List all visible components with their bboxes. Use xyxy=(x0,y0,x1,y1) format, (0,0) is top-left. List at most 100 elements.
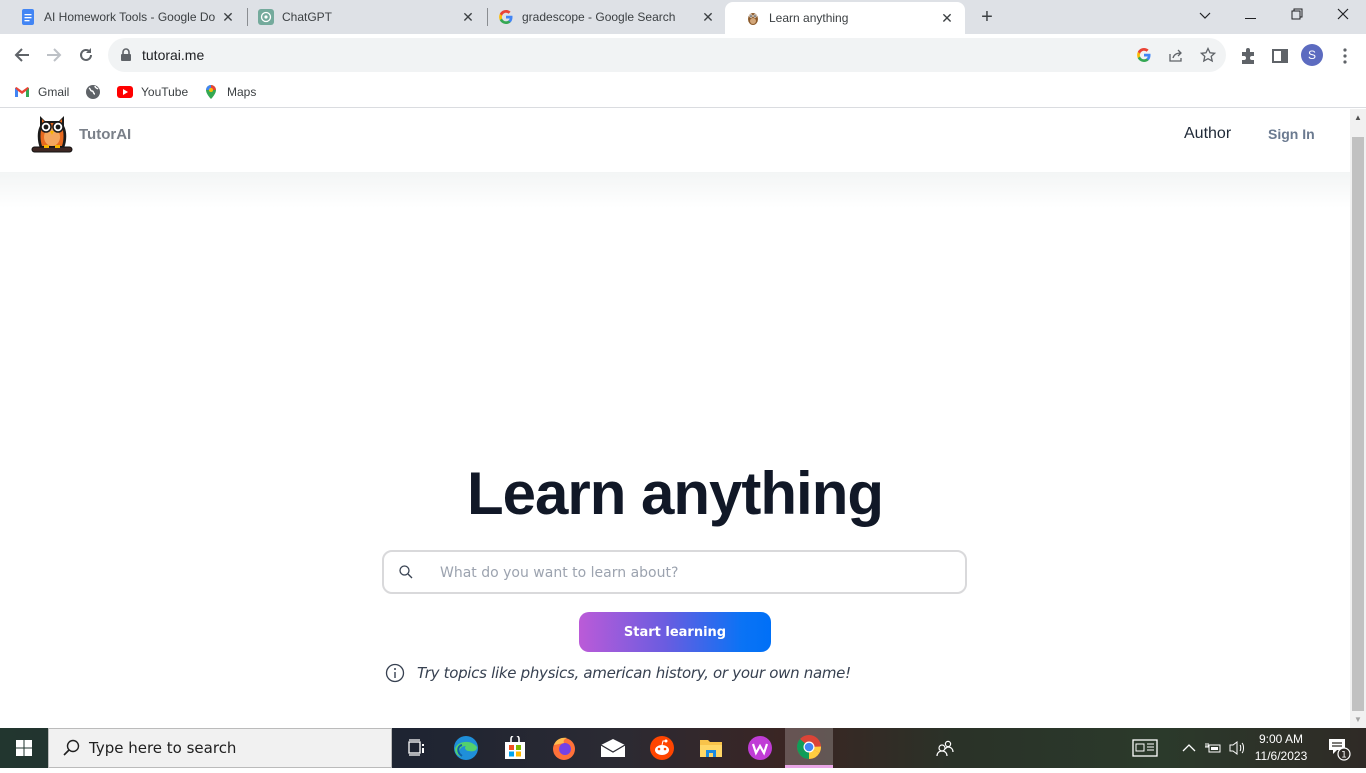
system-clock[interactable]: 9:00 AM 11/6/2023 xyxy=(1248,731,1314,765)
clock-time: 9:00 AM xyxy=(1258,732,1304,746)
notifications-icon: 1 xyxy=(1329,739,1351,761)
nav-author-link[interactable]: Author xyxy=(1184,125,1231,143)
folder-icon xyxy=(700,740,722,757)
chevron-up-icon xyxy=(1182,744,1196,752)
lock-icon xyxy=(121,48,131,61)
bookmark-gmail[interactable]: Gmail xyxy=(14,82,69,102)
header-shadow xyxy=(0,172,1350,208)
restore-button[interactable] xyxy=(1274,0,1320,30)
profile-avatar[interactable]: S xyxy=(1301,44,1323,66)
windows-logo-icon xyxy=(16,740,32,756)
edge-icon xyxy=(454,736,478,760)
wps-office-icon xyxy=(748,736,772,760)
reddit-icon xyxy=(650,736,674,760)
bookmark-globe[interactable] xyxy=(85,82,109,102)
google-lens-icon[interactable] xyxy=(1136,47,1152,63)
news-widget-button[interactable] xyxy=(1128,728,1162,768)
tab-title: Learn anything xyxy=(769,11,849,25)
start-button[interactable] xyxy=(0,728,48,768)
reload-icon xyxy=(80,48,92,61)
mail-icon xyxy=(600,739,626,757)
share-icon[interactable] xyxy=(1168,47,1184,63)
scroll-thumb[interactable] xyxy=(1352,137,1364,711)
topic-search-field[interactable] xyxy=(382,550,967,594)
arrow-left-icon xyxy=(14,48,29,62)
speaker-icon xyxy=(1229,741,1244,755)
show-hidden-icons-button[interactable] xyxy=(1178,728,1200,768)
taskbar-app-reddit[interactable] xyxy=(638,728,686,768)
tab-learn-anything[interactable]: Learn anything ✕ xyxy=(725,2,965,34)
tab-google-search[interactable]: gradescope - Google Search ✕ xyxy=(478,0,726,34)
start-learning-button[interactable]: Start learning xyxy=(579,612,771,652)
taskbar-app-chrome[interactable] xyxy=(785,728,833,768)
search-icon xyxy=(399,565,413,579)
maps-icon xyxy=(206,85,216,99)
close-tab-icon[interactable]: ✕ xyxy=(460,9,476,26)
taskbar-app-mail[interactable] xyxy=(589,728,637,768)
info-icon xyxy=(385,663,405,683)
tab-title: ChatGPT xyxy=(282,10,333,24)
bookmark-label: Gmail xyxy=(38,85,70,99)
sign-in-link[interactable]: Sign In xyxy=(1268,126,1315,142)
new-tab-button[interactable]: + xyxy=(976,6,998,28)
people-button[interactable] xyxy=(930,728,960,768)
close-tab-icon[interactable]: ✕ xyxy=(220,9,236,26)
taskbar-app-store[interactable] xyxy=(491,728,539,768)
url-text[interactable]: tutorai.me xyxy=(142,47,204,63)
tab-google-docs[interactable]: AI Homework Tools - Google Do ✕ xyxy=(0,0,246,34)
brand-name[interactable]: TutorAI xyxy=(79,126,131,143)
browser-toolbar: tutorai.me S xyxy=(0,34,1366,76)
back-button[interactable] xyxy=(9,42,35,68)
volume-button[interactable] xyxy=(1226,728,1248,768)
search-icon xyxy=(63,739,80,756)
tab-title: AI Homework Tools - Google Do xyxy=(44,10,216,24)
taskbar-search-placeholder: Type here to search xyxy=(89,739,237,757)
kebab-menu-icon[interactable] xyxy=(1336,47,1354,65)
reload-button[interactable] xyxy=(73,42,99,68)
scroll-up-arrow-icon[interactable]: ▲ xyxy=(1350,109,1366,127)
page-viewport: TutorAI Author Sign In Learn anything St… xyxy=(0,109,1350,728)
close-tab-icon[interactable]: ✕ xyxy=(939,10,955,27)
news-icon xyxy=(1132,739,1158,757)
windows-taskbar: Type here to search 9:00 AM 11/6/2023 1 xyxy=(0,728,1366,768)
taskbar-app-firefox[interactable] xyxy=(540,728,588,768)
google-icon xyxy=(498,9,514,25)
google-docs-icon xyxy=(20,9,36,25)
people-icon xyxy=(936,740,954,757)
task-view-button[interactable] xyxy=(392,728,440,768)
firefox-icon xyxy=(553,737,575,760)
notification-count: 1 xyxy=(1341,751,1347,761)
action-center-button[interactable]: 1 xyxy=(1318,728,1358,768)
topic-search-input[interactable] xyxy=(440,562,940,584)
owl-icon xyxy=(745,10,761,26)
side-panel-icon[interactable] xyxy=(1271,47,1289,65)
forward-button[interactable] xyxy=(41,42,67,68)
microsoft-store-icon xyxy=(505,736,525,759)
tab-search-button[interactable] xyxy=(1182,0,1228,30)
arrow-right-icon xyxy=(47,48,62,62)
chatgpt-icon xyxy=(258,9,274,25)
taskbar-app-edge[interactable] xyxy=(442,728,490,768)
scroll-down-arrow-icon[interactable]: ▼ xyxy=(1350,712,1366,728)
taskbar-app-wps[interactable] xyxy=(736,728,784,768)
bookmark-label: YouTube xyxy=(141,85,189,99)
gmail-icon xyxy=(15,87,29,97)
globe-icon xyxy=(86,85,100,99)
topic-hint: Try topics like physics, american histor… xyxy=(385,663,851,683)
bookmark-label: Maps xyxy=(227,85,257,99)
owl-logo-icon[interactable] xyxy=(28,112,76,158)
taskbar-app-file-explorer[interactable] xyxy=(687,728,735,768)
taskbar-search-box[interactable]: Type here to search xyxy=(48,728,392,768)
extensions-icon[interactable] xyxy=(1239,47,1257,65)
bookmark-youtube[interactable]: YouTube xyxy=(117,82,188,102)
bookmark-star-icon[interactable] xyxy=(1200,47,1216,63)
battery-button[interactable] xyxy=(1202,728,1224,768)
close-tab-icon[interactable]: ✕ xyxy=(700,9,716,26)
bookmark-maps[interactable]: Maps xyxy=(203,82,256,102)
tab-chatgpt[interactable]: ChatGPT ✕ xyxy=(238,0,486,34)
clock-date: 11/6/2023 xyxy=(1254,749,1308,763)
page-scrollbar[interactable]: ▲ ▼ xyxy=(1350,109,1366,728)
close-window-button[interactable] xyxy=(1320,0,1366,30)
minimize-button[interactable] xyxy=(1228,0,1274,30)
address-bar[interactable]: tutorai.me xyxy=(108,38,1226,72)
